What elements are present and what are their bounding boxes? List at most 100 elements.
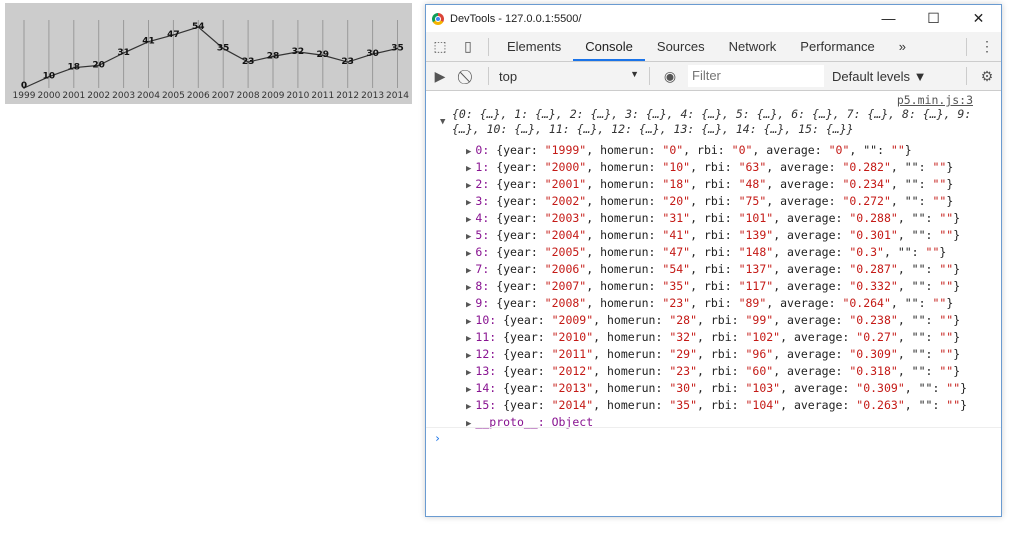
homerun-value: "18" <box>662 177 691 191</box>
context-selector[interactable]: top ▼ <box>495 69 643 84</box>
list-item[interactable]: ▶ 9: {year: "2008", homerun: "23", rbi: "… <box>466 295 967 312</box>
data-label: 41 <box>142 37 155 47</box>
x-tick-label: 2012 <box>336 91 359 101</box>
homerun-value: "23" <box>662 296 691 310</box>
inspect-element-icon[interactable]: ⬚ <box>426 38 454 55</box>
average-value: "0.318" <box>849 364 898 378</box>
gear-icon[interactable]: ⚙ <box>973 68 1001 85</box>
list-item[interactable]: ▶ 2: {year: "2001", homerun: "18", rbi: "… <box>466 176 967 193</box>
homerun-value: "23" <box>669 364 698 378</box>
list-item[interactable]: ▶ 13: {year: "2012", homerun: "23", rbi: … <box>466 363 967 380</box>
x-tick-label: 2003 <box>112 91 135 101</box>
homerun-value: "30" <box>669 381 698 395</box>
data-label: 18 <box>68 63 81 73</box>
list-item[interactable]: ▶ 0: {year: "1999", homerun: "0", rbi: "0… <box>466 142 967 159</box>
average-value: "0.301" <box>849 228 898 242</box>
list-item[interactable]: ▶ 10: {year: "2009", homerun: "28", rbi: … <box>466 312 967 329</box>
expand-triangle-icon[interactable]: ▼ <box>440 115 445 130</box>
tab-sources[interactable]: Sources <box>645 32 717 61</box>
clear-console-icon[interactable]: ⃠ <box>454 68 482 85</box>
empty-value: "" <box>939 228 954 242</box>
empty-value: "" <box>939 262 954 276</box>
list-item[interactable]: ▶ 12: {year: "2011", homerun: "29", rbi: … <box>466 346 967 363</box>
chrome-icon <box>432 12 444 25</box>
homerun-value: "20" <box>662 194 691 208</box>
eye-icon[interactable]: ◉ <box>656 68 684 85</box>
list-item[interactable]: ▶ 7: {year: "2006", homerun: "54", rbi: "… <box>466 261 967 278</box>
tab-elements[interactable]: Elements <box>495 32 573 61</box>
rbi-value: "75" <box>738 194 767 208</box>
rbi-value: "104" <box>745 398 781 412</box>
entry-index: 14: <box>475 381 497 395</box>
year-value: "1999" <box>544 143 587 157</box>
x-tick-label: 2009 <box>262 91 285 101</box>
empty-value: "" <box>939 330 954 344</box>
source-link[interactable]: p5.min.js:3 <box>897 93 973 107</box>
entry-index: 9: <box>475 296 490 310</box>
list-item[interactable]: ▶ 6: {year: "2005", homerun: "47", rbi: "… <box>466 244 967 261</box>
list-item[interactable]: ▶ 4: {year: "2003", homerun: "31", rbi: "… <box>466 210 967 227</box>
x-tick-label: 2006 <box>187 91 210 101</box>
list-item[interactable]: ▶ 8: {year: "2007", homerun: "35", rbi: "… <box>466 278 967 295</box>
expand-triangle-icon: ▶ <box>466 164 472 174</box>
maximize-button[interactable]: ☐ <box>911 10 956 27</box>
divider <box>488 37 489 56</box>
empty-value: "" <box>939 279 954 293</box>
expand-triangle-icon: ▶ <box>466 402 472 412</box>
tab-network[interactable]: Network <box>717 32 789 61</box>
empty-value: "" <box>890 143 905 157</box>
expand-triangle-icon: ▶ <box>466 300 472 310</box>
filter-input[interactable] <box>688 65 824 87</box>
list-item[interactable]: ▶ 3: {year: "2002", homerun: "20", rbi: "… <box>466 193 967 210</box>
average-value: "0.264" <box>842 296 891 310</box>
tab-performance[interactable]: Performance <box>788 32 886 61</box>
expand-triangle-icon: ▶ <box>466 368 472 378</box>
average-value: "0.288" <box>849 211 898 225</box>
object-summary[interactable]: ▼ {0: {…}, 1: {…}, 2: {…}, 3: {…}, 4: {…}… <box>440 107 972 137</box>
rbi-value: "0" <box>731 143 753 157</box>
rbi-value: "117" <box>738 279 774 293</box>
expand-triangle-icon: ▶ <box>466 266 472 276</box>
data-label: 10 <box>43 72 56 82</box>
list-item[interactable]: ▶ 14: {year: "2013", homerun: "30", rbi: … <box>466 380 967 397</box>
device-toolbar-icon[interactable]: ▯ <box>454 38 482 55</box>
list-item[interactable]: ▶ 5: {year: "2004", homerun: "41", rbi: "… <box>466 227 967 244</box>
console-prompt[interactable]: › <box>426 427 1001 448</box>
data-label: 54 <box>192 22 205 32</box>
empty-value: "" <box>946 381 961 395</box>
rbi-value: "148" <box>738 245 774 259</box>
homerun-value: "35" <box>669 398 698 412</box>
year-value: "2000" <box>544 160 587 174</box>
more-options-icon[interactable]: ⋮ <box>973 38 1001 55</box>
more-tabs-button[interactable]: » <box>887 32 918 61</box>
x-tick-label: 2004 <box>137 91 160 101</box>
empty-value: "" <box>939 364 954 378</box>
rbi-value: "102" <box>745 330 781 344</box>
year-value: "2013" <box>551 381 594 395</box>
rbi-value: "99" <box>745 313 774 327</box>
rbi-value: "48" <box>738 177 767 191</box>
entry-index: 5: <box>475 228 490 242</box>
expand-triangle-icon: ▶ <box>466 283 472 293</box>
log-levels-dropdown[interactable]: Default levels ▼ <box>832 69 927 84</box>
entry-index: 4: <box>475 211 490 225</box>
list-item[interactable]: ▶ 15: {year: "2014", homerun: "35", rbi: … <box>466 397 967 414</box>
data-label: 35 <box>217 43 230 53</box>
sidebar-toggle-icon[interactable]: ▶ <box>426 68 454 85</box>
entry-index: 15: <box>475 398 497 412</box>
tab-console[interactable]: Console <box>573 32 645 61</box>
homerun-value: "41" <box>662 228 691 242</box>
minimize-button[interactable]: — <box>866 10 911 27</box>
entry-index: 12: <box>475 347 497 361</box>
average-value: "0.287" <box>849 262 898 276</box>
data-label: 28 <box>267 51 280 61</box>
list-item[interactable]: ▶ 1: {year: "2000", homerun: "10", rbi: "… <box>466 159 967 176</box>
data-label: 32 <box>292 47 305 57</box>
x-tick-label: 2013 <box>361 91 384 101</box>
list-item[interactable]: ▶ 11: {year: "2010", homerun: "32", rbi: … <box>466 329 967 346</box>
data-label: 35 <box>391 43 404 53</box>
average-value: "0.27" <box>856 330 898 344</box>
data-label: 29 <box>317 50 330 60</box>
close-button[interactable]: ✕ <box>956 10 1001 27</box>
data-label: 23 <box>341 57 354 67</box>
